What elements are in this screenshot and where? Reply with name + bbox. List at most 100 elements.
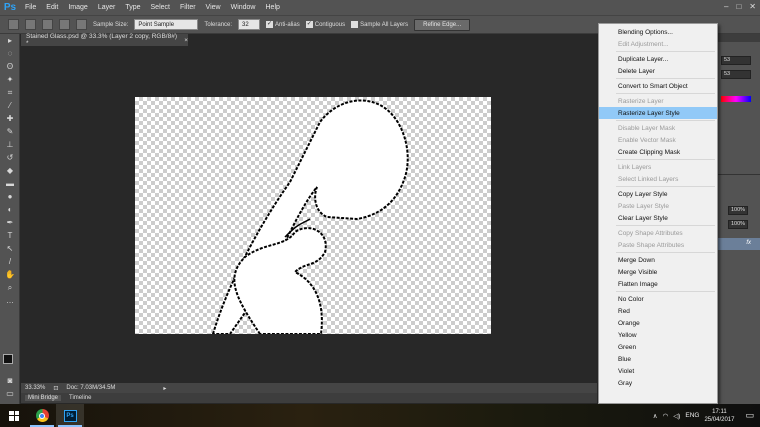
healing-brush-tool-icon[interactable]: ✚ — [0, 112, 20, 125]
panel-value-field[interactable]: 53 — [721, 56, 751, 65]
menu-item-rasterize-layer-style[interactable]: Rasterize Layer Style — [599, 107, 717, 119]
menu-item-delete-layer[interactable]: Delete Layer — [599, 65, 717, 77]
marquee-tool-icon[interactable]: ◌ — [0, 47, 20, 60]
tab-timeline[interactable]: Timeline — [69, 395, 91, 401]
volume-icon[interactable]: ◁) — [673, 412, 680, 420]
intersect-selection-icon[interactable] — [76, 19, 87, 30]
menu-window[interactable]: Window — [226, 4, 261, 11]
menu-item-red[interactable]: Red — [599, 305, 717, 317]
menu-bar: Ps File Edit Image Layer Type Select Fil… — [0, 0, 760, 15]
menu-item-merge-down[interactable]: Merge Down — [599, 254, 717, 266]
magic-wand-tool-preset-icon[interactable] — [8, 19, 19, 30]
document-close-icon[interactable]: × — [184, 37, 188, 44]
magic-wand-tool-icon[interactable]: ✦ — [0, 73, 20, 86]
sample-all-layers-label: Sample All Layers — [360, 21, 409, 28]
menu-layer[interactable]: Layer — [93, 4, 121, 11]
crop-tool-icon[interactable]: ⌗ — [0, 86, 20, 99]
menu-separator — [616, 291, 715, 292]
menu-item-disable-layer-mask: Disable Layer Mask — [618, 124, 676, 132]
action-center-icon[interactable]: ▭ — [745, 410, 754, 421]
add-to-selection-icon[interactable] — [42, 19, 53, 30]
menu-file[interactable]: File — [20, 4, 41, 11]
menu-item-copy-layer-style[interactable]: Copy Layer Style — [599, 188, 717, 200]
sample-all-layers-checkbox[interactable]: Sample All Layers — [351, 21, 408, 28]
menu-edit[interactable]: Edit — [41, 4, 63, 11]
menu-filter[interactable]: Filter — [175, 4, 201, 11]
eyedropper-tool-icon[interactable]: ⁄ — [0, 99, 20, 112]
foreground-color-swatch[interactable] — [3, 354, 13, 364]
tolerance-input[interactable]: 32 — [238, 19, 261, 30]
menu-item-blue[interactable]: Blue — [599, 353, 717, 365]
minimize-button[interactable]: – — [724, 2, 728, 11]
close-button[interactable]: ✕ — [749, 2, 756, 11]
menu-item-create-clipping-mask[interactable]: Create Clipping Mask — [599, 146, 717, 158]
status-info-icon[interactable]: ⊡ — [53, 385, 58, 392]
gradient-tool-icon[interactable]: ▬ — [0, 177, 20, 190]
menu-item-merge-visible[interactable]: Merge Visible — [599, 266, 717, 278]
menu-item-orange[interactable]: Orange — [599, 317, 717, 329]
menu-image[interactable]: Image — [63, 4, 92, 11]
start-button[interactable] — [0, 404, 28, 427]
maximize-button[interactable]: □ — [736, 2, 741, 11]
quick-mask-icon[interactable]: ◙ — [0, 374, 20, 387]
menu-item-clear-layer-style[interactable]: Clear Layer Style — [599, 212, 717, 224]
selected-layer-row[interactable]: fx — [718, 238, 760, 250]
menu-item-paste-shape-attributes: Paste Shape Attributes — [618, 241, 685, 249]
menu-item-gray[interactable]: Gray — [599, 377, 717, 389]
fill-field[interactable]: 100% — [728, 220, 748, 229]
taskbar-chrome[interactable] — [28, 404, 56, 427]
tab-mini-bridge[interactable]: Mini Bridge — [25, 395, 62, 401]
lasso-tool-icon[interactable]: ʘ — [0, 60, 20, 73]
status-bar: 33.33% ⊡ Doc: 7.03M/34.5M ▸ — [21, 383, 597, 393]
menu-item-green[interactable]: Green — [599, 341, 717, 353]
menu-item-duplicate-layer[interactable]: Duplicate Layer... — [599, 53, 717, 65]
windows-taskbar: Ps ∧ ◠ ◁) ENG 17:11 25/04/2017 ▭ — [0, 404, 760, 427]
clock[interactable]: 17:11 25/04/2017 — [704, 408, 734, 424]
zoom-level[interactable]: 33.33% — [25, 385, 45, 391]
menu-item-yellow[interactable]: Yellow — [599, 329, 717, 341]
hand-tool-icon[interactable]: ✋ — [0, 268, 20, 281]
path-selection-tool-icon[interactable]: ↖ — [0, 242, 20, 255]
show-hidden-icons-icon[interactable]: ∧ — [653, 412, 658, 420]
menu-item-convert-to-smart-object[interactable]: Convert to Smart Object — [599, 80, 717, 92]
brush-tool-icon[interactable]: ✎ — [0, 125, 20, 138]
taskbar-photoshop[interactable]: Ps — [56, 404, 84, 427]
menu-item-flatten-image[interactable]: Flatten Image — [599, 278, 717, 290]
history-brush-tool-icon[interactable]: ↺ — [0, 151, 20, 164]
menu-item-no-color[interactable]: No Color — [599, 293, 717, 305]
screen-mode-icon[interactable]: ▭ — [0, 387, 20, 400]
menu-type[interactable]: Type — [120, 4, 145, 11]
sample-size-select[interactable]: Point Sample — [134, 19, 199, 30]
image-canvas[interactable] — [135, 97, 491, 334]
menu-item-violet[interactable]: Violet — [599, 365, 717, 377]
move-tool-icon[interactable]: ▸ — [0, 34, 20, 47]
language-indicator[interactable]: ENG — [685, 412, 699, 419]
document-tab[interactable]: Stained Glass.psd @ 33.3% (Layer 2 copy,… — [21, 33, 188, 47]
menu-separator — [616, 225, 715, 226]
clone-stamp-tool-icon[interactable]: ⊥ — [0, 138, 20, 151]
blur-tool-icon[interactable]: ● — [0, 190, 20, 203]
tools-panel: ▸ ◌ ʘ ✦ ⌗ ⁄ ✚ ✎ ⊥ ↺ ◆ ▬ ● ◐ ✒ T ↖ / ✋ ⌕ … — [0, 34, 20, 404]
network-icon[interactable]: ◠ — [663, 412, 669, 420]
contiguous-checkbox[interactable]: ✓ Contiguous — [305, 21, 345, 28]
new-selection-icon[interactable] — [25, 19, 36, 30]
shape-tool-icon[interactable]: / — [0, 255, 20, 268]
status-menu-arrow-icon[interactable]: ▸ — [163, 385, 166, 392]
type-tool-icon[interactable]: T — [0, 229, 20, 242]
panel-value-field[interactable]: 53 — [721, 70, 751, 79]
menu-item-edit-adjustment: Edit Adjustment... — [618, 40, 669, 48]
refine-edge-button[interactable]: Refine Edge... — [414, 18, 471, 31]
menu-view[interactable]: View — [201, 4, 226, 11]
zoom-tool-icon[interactable]: ⌕ — [0, 281, 20, 294]
menu-select[interactable]: Select — [146, 4, 175, 11]
dodge-tool-icon[interactable]: ◐ — [0, 203, 20, 216]
color-ramp[interactable] — [721, 96, 751, 102]
subtract-from-selection-icon[interactable] — [59, 19, 70, 30]
anti-alias-checkbox[interactable]: ✓ Anti-alias — [266, 21, 300, 28]
menu-item-blending-options[interactable]: Blending Options... — [599, 26, 717, 38]
menu-help[interactable]: Help — [261, 4, 285, 11]
opacity-field[interactable]: 100% — [728, 206, 748, 215]
eraser-tool-icon[interactable]: ◆ — [0, 164, 20, 177]
more-tools-icon[interactable]: … — [0, 294, 20, 307]
pen-tool-icon[interactable]: ✒ — [0, 216, 20, 229]
